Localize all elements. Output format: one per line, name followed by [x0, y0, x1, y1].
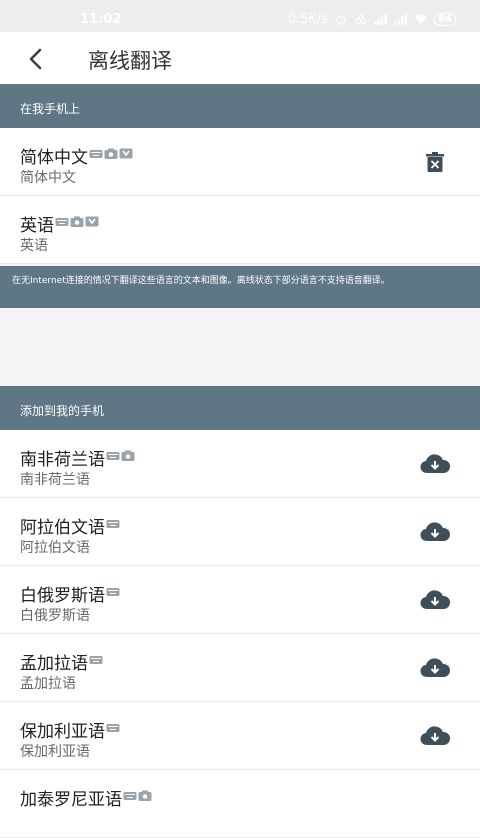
cloud-download-icon: [420, 522, 450, 542]
language-row-afrikaans[interactable]: 南非荷兰语 南非荷兰语: [0, 430, 480, 498]
cloud-download-icon: [420, 454, 450, 474]
keyboard-icon: [106, 724, 120, 732]
section-header-on-device: 在我手机上: [0, 84, 480, 128]
language-name: 白俄罗斯语: [20, 581, 120, 606]
cloud-download-icon: [420, 590, 450, 610]
mic-icon: [119, 148, 133, 159]
language-row-arabic[interactable]: 阿拉伯文语 阿拉伯文语: [0, 498, 480, 566]
camera-icon: [138, 790, 152, 801]
battery-icon: 64: [434, 13, 456, 26]
language-row-catalan[interactable]: 加泰罗尼亚语: [0, 770, 480, 838]
alarm-icon: [336, 15, 346, 25]
arrow-back-icon: [29, 48, 42, 70]
delete-button[interactable]: [420, 148, 450, 176]
language-name: 保加利亚语: [20, 717, 120, 742]
mic-icon: [85, 216, 99, 227]
signal-icon: [394, 14, 407, 25]
available-list: 南非荷兰语 南非荷兰语 阿拉伯文语 阿拉伯文语 白俄罗斯语 白俄罗斯语 孟加拉语…: [0, 430, 480, 838]
language-row-belarusian[interactable]: 白俄罗斯语 白俄罗斯语: [0, 566, 480, 634]
keyboard-icon: [106, 452, 120, 460]
page-title: 离线翻译: [88, 49, 172, 73]
language-native-name: 孟加拉语: [20, 676, 76, 692]
signal-icon: [374, 14, 387, 25]
camera-icon: [121, 450, 135, 461]
language-row-english[interactable]: 英语 英语: [0, 196, 480, 264]
offline-notice: 在无Internet连接的情况下翻译这些语言的文本和图像。离线状态下部分语言不支…: [0, 266, 480, 308]
language-row-bulgarian[interactable]: 保加利亚语 保加利亚语: [0, 702, 480, 770]
camera-icon: [104, 148, 118, 159]
status-icons: 0.5K/s 64: [288, 12, 456, 27]
download-button[interactable]: [420, 654, 450, 682]
camera-icon: [70, 216, 84, 227]
language-row-simplified-chinese[interactable]: 简体中文 简体中文: [0, 128, 480, 196]
delete-icon: [426, 152, 444, 172]
language-native-name: 南非荷兰语: [20, 472, 90, 488]
language-native-name: 英语: [20, 238, 48, 254]
keyboard-icon: [106, 588, 120, 596]
cloud-download-icon: [420, 658, 450, 678]
back-button[interactable]: [16, 40, 56, 76]
on-device-list: 简体中文 简体中文 英语 英语: [0, 128, 480, 264]
cloud-download-icon: [420, 726, 450, 746]
keyboard-icon: [89, 656, 103, 664]
download-button[interactable]: [420, 518, 450, 546]
wifi-icon: [414, 14, 428, 24]
net-speed: 0.5K/s: [287, 12, 329, 27]
section-header-available: 添加到我的手机: [0, 386, 480, 430]
language-name: 加泰罗尼亚语: [20, 785, 152, 810]
language-native-name: 白俄罗斯语: [20, 608, 90, 624]
keyboard-icon: [106, 520, 120, 528]
language-native-name: 保加利亚语: [20, 744, 90, 760]
keyboard-icon: [89, 150, 103, 158]
language-native-name: 阿拉伯文语: [20, 540, 90, 556]
download-button[interactable]: [420, 722, 450, 750]
download-button[interactable]: [420, 586, 450, 614]
language-name: 阿拉伯文语: [20, 513, 120, 538]
status-bar: 11:02 0.5K/s 64: [0, 0, 480, 32]
language-name: 孟加拉语: [20, 649, 103, 674]
data-saver-icon: [355, 14, 367, 25]
spacer: [0, 308, 480, 386]
language-row-bengali[interactable]: 孟加拉语 孟加拉语: [0, 634, 480, 702]
app-bar: 离线翻译: [0, 32, 480, 84]
status-time: 11:02: [80, 12, 122, 27]
language-name: 简体中文: [20, 143, 133, 168]
keyboard-icon: [55, 218, 69, 226]
language-native-name: 简体中文: [20, 170, 76, 186]
download-button[interactable]: [420, 450, 450, 478]
language-name: 英语: [20, 211, 99, 236]
language-name: 南非荷兰语: [20, 445, 135, 470]
